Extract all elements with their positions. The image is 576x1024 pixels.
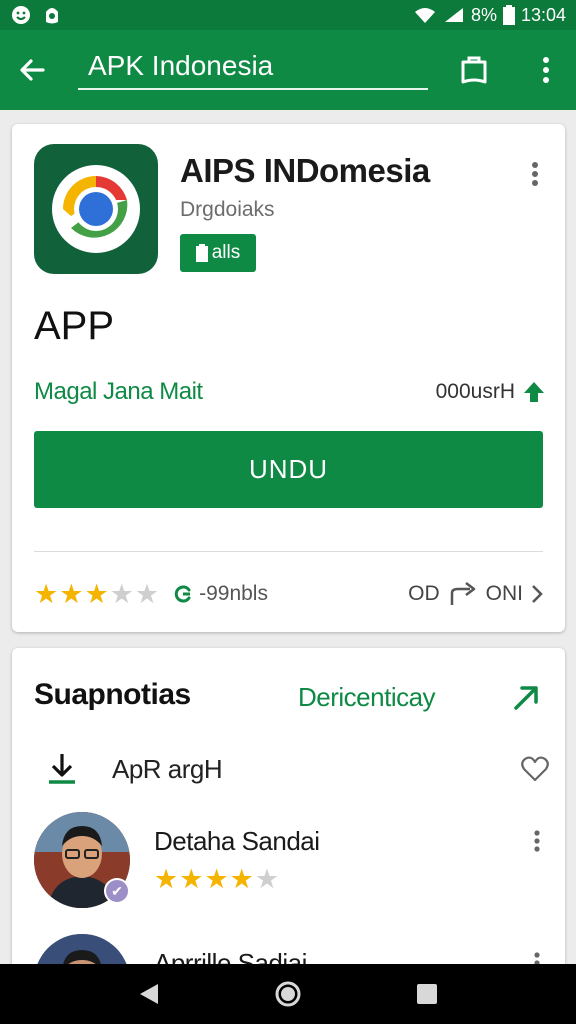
shopping-bag-button[interactable] xyxy=(452,48,496,92)
app-title: AIPS INDomesia xyxy=(180,152,430,189)
app-bar: APK Indonesia xyxy=(0,30,576,110)
status-bar: 8% 13:04 xyxy=(0,0,576,30)
card-overflow-button[interactable] xyxy=(520,156,550,192)
size-info: 000usrH xyxy=(436,380,545,404)
overflow-menu-button[interactable] xyxy=(524,48,568,92)
more-vert-icon xyxy=(532,162,538,186)
review-stars: ★ ★ ★ ★ ★ xyxy=(154,866,279,893)
back-button[interactable] xyxy=(0,30,64,110)
system-nav-bar xyxy=(0,964,576,1024)
download-row[interactable]: ApR argH xyxy=(34,748,549,790)
star-filled-icon: ★ xyxy=(204,864,229,894)
star-filled-icon: ★ xyxy=(179,864,204,894)
circle-home-icon xyxy=(275,981,301,1007)
reviewer-name[interactable]: Detaha Sandai xyxy=(154,826,320,857)
clock: 13:04 xyxy=(520,4,566,25)
size-label: 000usrH xyxy=(435,380,515,403)
more-vert-icon xyxy=(543,57,549,83)
battery-badge-icon xyxy=(195,244,208,262)
star-empty-icon: ★ xyxy=(254,864,280,894)
arrow-up-right-icon xyxy=(514,686,538,710)
star-empty-icon: ★ xyxy=(109,578,134,609)
triangle-back-icon xyxy=(140,984,159,1004)
review-overflow-button[interactable] xyxy=(525,826,549,856)
star-filled-icon: ★ xyxy=(154,864,179,894)
chevron-right-icon xyxy=(532,585,543,603)
verified-badge-icon: ✔ xyxy=(104,878,130,904)
smiley-notification-icon xyxy=(10,4,32,26)
app-badge-label: alls xyxy=(211,242,241,263)
download-icon xyxy=(34,752,90,786)
rating-right-label: OD xyxy=(408,582,440,605)
shopping-bag-icon xyxy=(461,56,487,84)
rating-stars: ★ ★ ★ ★ ★ xyxy=(34,578,160,609)
star-filled-icon: ★ xyxy=(34,578,59,609)
app-developer[interactable]: Drgdoiaks xyxy=(180,198,275,222)
divider xyxy=(34,551,543,552)
download-label: ApR argH xyxy=(112,753,223,784)
review-item: ✔ Detaha Sandai ★ ★ ★ ★ ★ xyxy=(34,812,549,912)
install-button[interactable]: UNDU xyxy=(34,431,543,508)
maker-link[interactable]: Magal Jana Mait xyxy=(34,378,203,406)
square-recents-icon xyxy=(416,984,437,1004)
rating-row: ★ ★ ★ ★ ★ -99nbls OD ONI xyxy=(34,574,543,614)
heart-icon xyxy=(521,756,549,782)
arrow-up-icon xyxy=(524,382,544,402)
wifi-icon xyxy=(413,6,437,24)
android-notification-icon xyxy=(42,4,62,26)
section-link[interactable]: Dericenticay xyxy=(298,682,436,713)
app-detail-card: AIPS INDomesia Drgdoiaks alls APP Magal … xyxy=(12,124,565,632)
favorite-button[interactable] xyxy=(521,756,549,782)
nav-recents-button[interactable] xyxy=(397,964,457,1024)
star-filled-icon: ★ xyxy=(59,578,84,609)
share-area[interactable]: OD ONI xyxy=(408,581,543,607)
share-label: ONI xyxy=(485,582,523,605)
share-icon xyxy=(450,582,475,605)
battery-percent: 8% xyxy=(470,4,497,25)
nav-home-button[interactable] xyxy=(258,964,318,1024)
star-filled-icon: ★ xyxy=(229,864,254,894)
review-count[interactable]: -99nbls xyxy=(173,582,268,606)
refresh-icon xyxy=(174,585,191,603)
battery-icon xyxy=(502,5,515,25)
app-icon xyxy=(34,144,158,274)
app-badge: alls xyxy=(180,234,256,272)
browser-logo-icon xyxy=(52,165,140,253)
search-field[interactable]: APK Indonesia xyxy=(78,44,428,90)
star-filled-icon: ★ xyxy=(84,578,109,609)
star-empty-icon: ★ xyxy=(134,578,160,609)
section-title: Suapnotias xyxy=(34,678,191,711)
nav-back-button[interactable] xyxy=(119,964,179,1024)
signal-icon xyxy=(443,6,465,24)
arrow-back-icon xyxy=(20,59,45,81)
search-query: APK Indonesia xyxy=(88,50,274,81)
review-count-label: -99nbls xyxy=(199,582,268,605)
app-type-heading: APP xyxy=(34,304,115,348)
section-card: Suapnotias Dericenticay ApR argH ✔ Detah… xyxy=(12,648,565,1024)
section-arrow-button[interactable] xyxy=(508,680,544,716)
more-vert-icon xyxy=(534,830,540,852)
